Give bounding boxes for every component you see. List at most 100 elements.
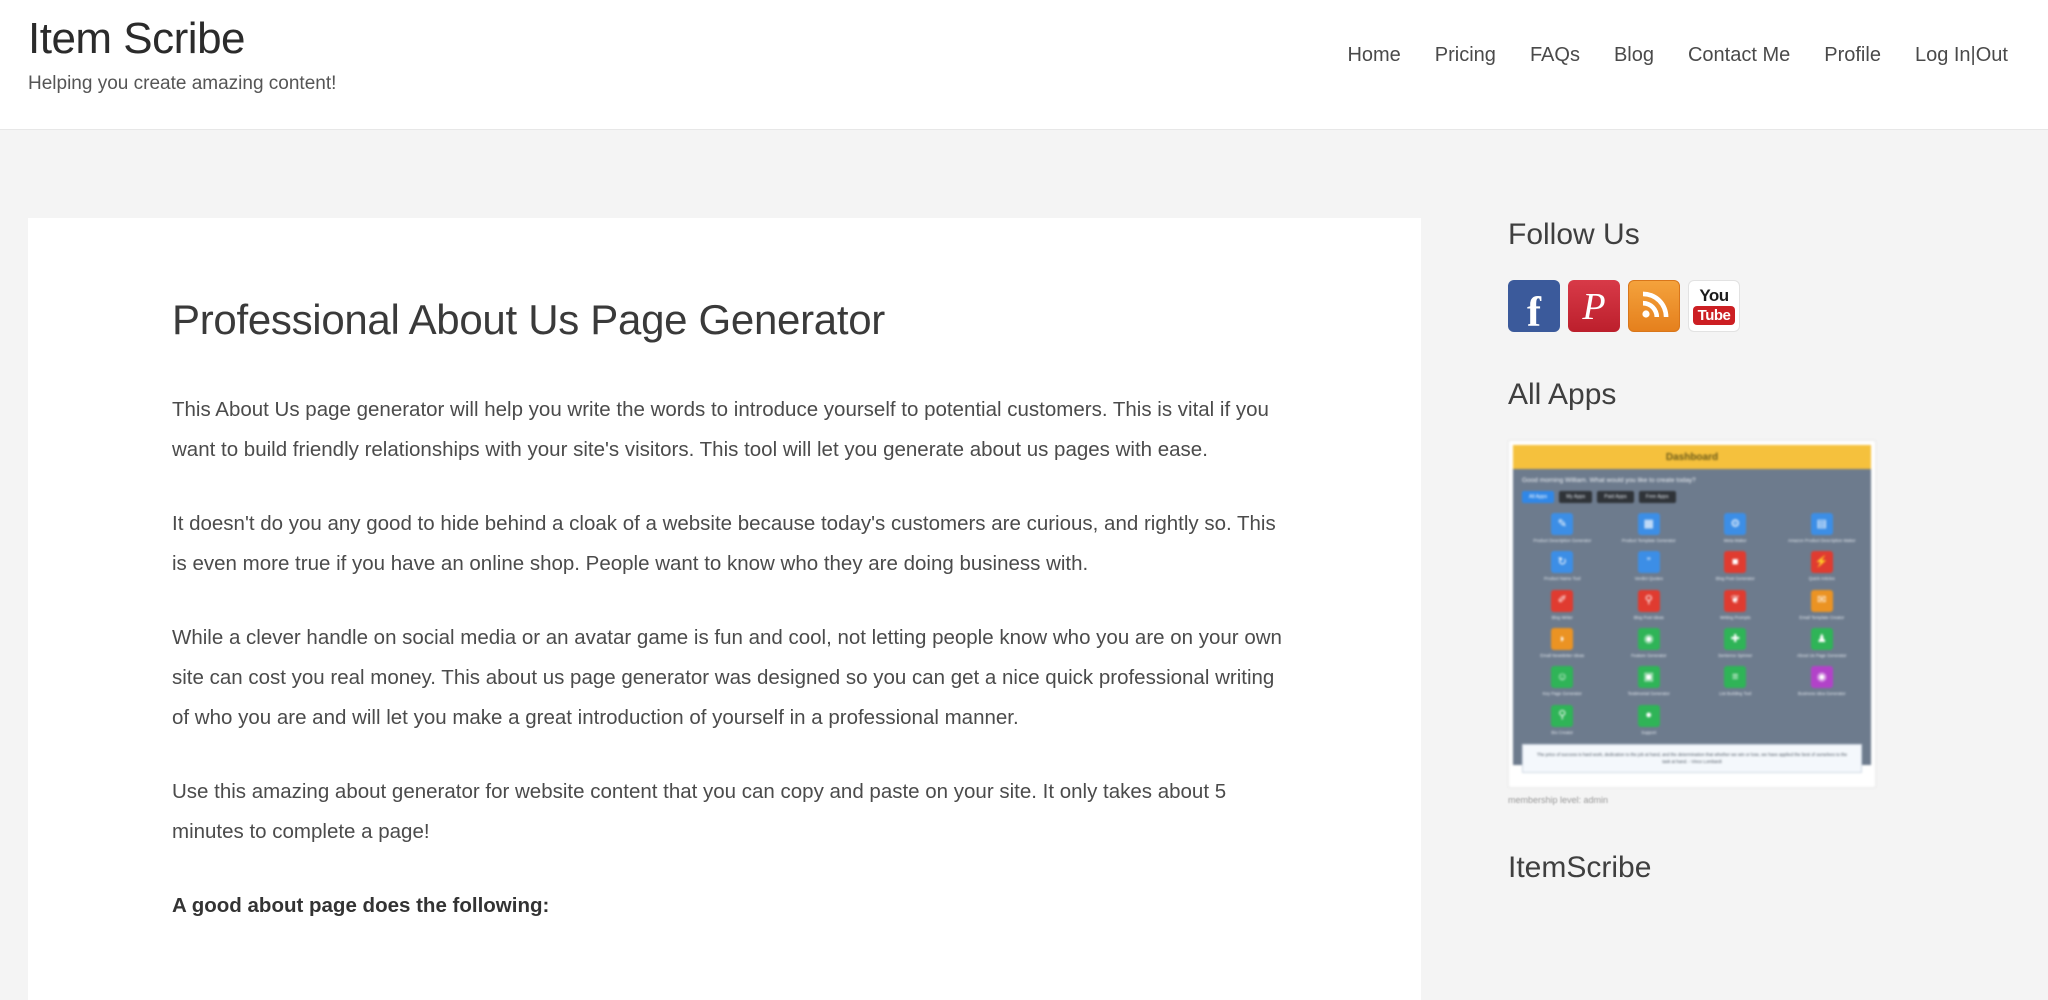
nav-item-log-in-out[interactable]: Log In|Out	[1915, 44, 2008, 67]
thumb-app-tile-label: Product Name Tool	[1544, 576, 1581, 582]
thumb-pill-paid-apps: Paid Apps	[1597, 491, 1634, 503]
dashboard-thumbnail-wrap[interactable]: Dashboard Good morning William. What wou…	[1508, 440, 1876, 805]
thumb-titlebar: Dashboard	[1513, 445, 1871, 469]
thumb-app-tile-icon: ●	[1637, 704, 1660, 727]
thumb-app-tile-label: Bio Creator	[1551, 729, 1574, 735]
thumb-app-tile-label: Meta Maker	[1723, 538, 1747, 543]
thumb-app-tile-icon: ▤	[1810, 513, 1833, 535]
thumb-filter-pills: All Apps My Apps Paid Apps Free Apps	[1522, 491, 1862, 503]
thumb-app-tile: ” Verdict Quotes	[1609, 551, 1690, 581]
thumb-app-tile: ⚙ Meta Maker	[1695, 513, 1776, 543]
thumb-app-tile-icon: ▣	[1637, 666, 1660, 689]
social-icon-row: f P You Tube	[1508, 280, 1928, 332]
thumb-app-tile-icon: ≡	[1724, 666, 1747, 689]
body-paragraph-4: Use this amazing about generator for web…	[172, 780, 1227, 843]
thumb-app-tile-icon: ◉	[1637, 628, 1660, 651]
thumb-app-tile: ⚲ Blog Post Ideas	[1609, 589, 1690, 620]
nav-item-profile[interactable]: Profile	[1824, 44, 1881, 67]
follow-us-title: Follow Us	[1508, 218, 1640, 251]
thumb-app-tile-label: Testimonial Generator	[1627, 691, 1670, 697]
thumb-app-tile: ▦ Product Template Generator	[1609, 513, 1690, 543]
sidebar: Follow Us f P You Tube All Apps Dashboar…	[1508, 218, 1928, 931]
thumb-app-tile-label: Writing Prompts	[1720, 614, 1751, 620]
body-paragraph-1: This About Us page generator will help y…	[172, 398, 1269, 461]
thumb-app-tile-label: Verdict Quotes	[1634, 576, 1663, 582]
thumb-app-tile-label: Product Description Generator	[1533, 538, 1592, 543]
thumb-app-tile-icon: ❦	[1724, 589, 1747, 612]
thumb-app-tile: ✉ Email Template Creator	[1782, 589, 1863, 620]
thumb-app-tile-label: Email Newsletter Ideas	[1540, 653, 1585, 659]
youtube-glyph: You Tube	[1692, 286, 1736, 325]
nav-item-pricing[interactable]: Pricing	[1435, 44, 1496, 67]
thumb-app-tile: ⚲ Bio Creator	[1522, 704, 1603, 735]
thumb-app-tile-icon: ▦	[1637, 513, 1660, 535]
thumb-app-tile-label: About Us Page Generator	[1797, 653, 1847, 659]
thumb-app-tile: ▣ Testimonial Generator	[1609, 666, 1690, 696]
thumb-app-tile-icon: ⚲	[1551, 704, 1574, 727]
thumb-app-tile-label: Email Template Creator	[1799, 614, 1845, 620]
thumb-pill-all-apps: All Apps	[1522, 491, 1555, 503]
thumb-app-tile-label: Key Page Generator	[1542, 691, 1582, 697]
thumb-app-tile: ☺ Key Page Generator	[1522, 666, 1603, 696]
thumb-app-tile: ✐ Blog Writer	[1522, 589, 1603, 620]
widget-follow-us: Follow Us f P You Tube	[1508, 218, 1928, 332]
thumb-app-tile-label: List Building Tool	[1719, 691, 1752, 697]
thumb-app-tile: ❦ Writing Prompts	[1695, 589, 1776, 620]
thumb-app-tile: ✎ Product Description Generator	[1522, 513, 1603, 543]
thumb-app-tile-label: Blog Writer	[1551, 614, 1573, 620]
thumb-app-tile-icon: ■	[1724, 551, 1747, 574]
brand-title: Item Scribe	[28, 14, 246, 63]
body-paragraph-3: While a clever handle on social media or…	[172, 626, 1282, 729]
dashboard-thumbnail[interactable]: Dashboard Good morning William. What wou…	[1508, 440, 1876, 788]
thumb-app-tile: ◗ Email Newsletter Ideas	[1522, 628, 1603, 658]
thumb-pill-my-apps: My Apps	[1559, 491, 1593, 503]
nav-item-contact-me[interactable]: Contact Me	[1688, 44, 1790, 67]
thumb-app-tile: ↻ Product Name Tool	[1522, 551, 1603, 581]
pinterest-glyph: P	[1582, 286, 1606, 328]
thumb-app-tile-icon: ♟	[1810, 628, 1833, 651]
nav-item-faqs[interactable]: FAQs	[1530, 44, 1580, 67]
thumb-app-tile-label: Sentence Spinner	[1718, 653, 1753, 659]
facebook-glyph: f	[1527, 290, 1541, 332]
thumb-app-tile-icon: ◗	[1551, 628, 1574, 651]
youtube-you-text: You	[1699, 286, 1729, 305]
thumb-app-tile: ⚡ Quick Articles	[1782, 551, 1863, 581]
youtube-icon[interactable]: You Tube	[1688, 280, 1740, 332]
thumb-app-tile-label: Support	[1641, 729, 1657, 735]
thumb-app-tile-icon: ⚙	[1724, 513, 1747, 535]
thumb-app-tile: ◉ Feature Generator	[1609, 628, 1690, 658]
thumb-app-tile: ♟ About Us Page Generator	[1782, 628, 1863, 658]
all-apps-title: All Apps	[1508, 378, 1617, 411]
thumb-app-tile: ✚ Sentence Spinner	[1695, 628, 1776, 658]
nav-item-home[interactable]: Home	[1347, 44, 1400, 67]
thumb-app-tile-icon: ✉	[1810, 589, 1833, 612]
widget-item-scribe: ItemScribe	[1508, 851, 1928, 885]
body-paragraph-2: It doesn't do you any good to hide behin…	[172, 512, 1276, 575]
thumb-app-tile-label: Blog Post Ideas	[1633, 614, 1664, 620]
brand[interactable]: Item Scribe Helping you create amazing c…	[0, 0, 336, 95]
pinterest-icon[interactable]: P	[1568, 280, 1620, 332]
thumb-body: Good morning William. What would you lik…	[1513, 469, 1871, 774]
body-bold-line: A good about page does the following:	[172, 894, 550, 917]
thumb-app-tile-label: Blog Post Generator	[1715, 576, 1755, 582]
content-card: Professional About Us Page Generator Thi…	[28, 218, 1421, 1000]
thumb-app-tile-icon: ✐	[1551, 589, 1574, 612]
thumb-app-tile-icon: ◉	[1810, 666, 1833, 689]
thumb-pill-free-apps: Free Apps	[1638, 491, 1676, 503]
thumb-app-tile: ● Support	[1609, 704, 1690, 735]
nav-item-blog[interactable]: Blog	[1614, 44, 1654, 67]
site-header: Item Scribe Helping you create amazing c…	[0, 0, 2048, 130]
rss-glyph	[1642, 291, 1669, 318]
thumb-app-tile-label: Feature Generator	[1631, 653, 1667, 659]
thumb-quote: The price of success is hard work, dedic…	[1522, 744, 1862, 774]
thumb-app-tile-label: Business Idea Generator	[1797, 691, 1846, 697]
thumb-greeting: Good morning William. What would you lik…	[1522, 477, 1696, 484]
rss-icon[interactable]	[1628, 280, 1680, 332]
thumb-app-tile: ≡ List Building Tool	[1695, 666, 1776, 696]
main-nav: Home Pricing FAQs Blog Contact Me Profil…	[1347, 0, 2048, 67]
page-title: Professional About Us Page Generator	[172, 296, 885, 343]
thumb-app-tile-label: Product Template Generator	[1621, 538, 1676, 543]
thumb-app-tile-icon: ”	[1637, 551, 1660, 574]
item-scribe-title: ItemScribe	[1508, 851, 1652, 884]
facebook-icon[interactable]: f	[1508, 280, 1560, 332]
